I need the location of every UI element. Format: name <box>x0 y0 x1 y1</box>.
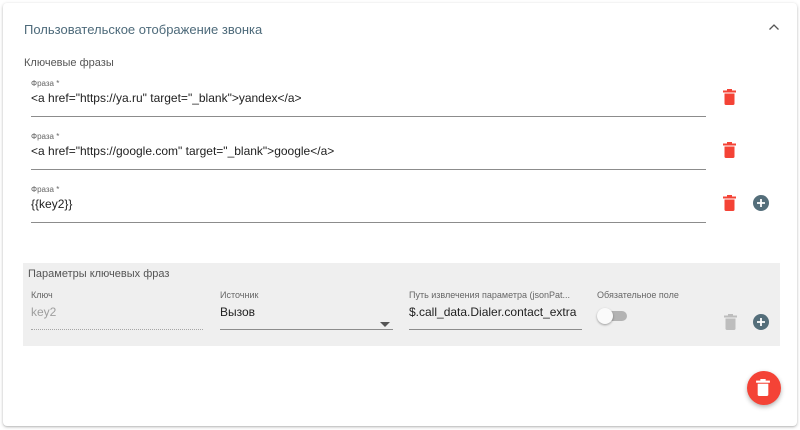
json-path-field[interactable]: Путь извлечения параметра (jsonPat... $.… <box>409 290 582 330</box>
phrase-label: Фраза * <box>31 132 60 141</box>
delete-all-button[interactable] <box>747 371 781 405</box>
delete-icon-disabled <box>724 314 737 335</box>
json-path-label: Путь извлечения параметра (jsonPat... <box>409 290 570 300</box>
add-circle-icon[interactable] <box>753 195 769 216</box>
source-value[interactable]: Вызов <box>220 305 255 319</box>
source-label: Источник <box>220 290 259 300</box>
key-field: Ключ key2 <box>31 290 203 330</box>
field-underline <box>31 116 706 117</box>
field-underline <box>31 222 706 223</box>
phrase-label: Фраза * <box>31 185 60 194</box>
delete-icon[interactable] <box>723 195 736 216</box>
key-phrase-params: Параметры ключевых фраз Ключ key2 Источн… <box>23 263 780 346</box>
toggle-thumb[interactable] <box>597 308 613 324</box>
field-underline <box>409 329 582 330</box>
phrase-value[interactable]: {{key2}} <box>31 197 72 211</box>
phrase-value[interactable]: <a href="https://ya.ru" target="_blank">… <box>31 91 302 105</box>
source-select[interactable]: Источник Вызов <box>220 290 393 330</box>
required-label: Обязательное поле <box>597 290 679 300</box>
phrase-field-3[interactable]: Фраза * {{key2}} <box>31 185 706 223</box>
delete-icon[interactable] <box>723 142 736 163</box>
key-phrases-label: Ключевые фразы <box>24 57 114 69</box>
phrase-field-2[interactable]: Фраза * <a href="https://google.com" tar… <box>31 132 706 170</box>
phrase-value[interactable]: <a href="https://google.com" target="_bl… <box>31 144 334 158</box>
phrase-field-1[interactable]: Фраза * <a href="https://ya.ru" target="… <box>31 79 706 117</box>
panel-title: Пользовательское отображение звонка <box>24 22 263 37</box>
field-underline <box>220 329 393 330</box>
chevron-up-icon[interactable] <box>766 19 782 35</box>
json-path-value[interactable]: $.call_data.Dialer.contact_extra <box>409 305 582 319</box>
call-display-panel: Пользовательское отображение звонка Ключ… <box>3 3 797 426</box>
field-underline <box>31 329 203 330</box>
params-title: Параметры ключевых фраз <box>28 268 170 280</box>
key-value: key2 <box>31 305 57 319</box>
field-underline <box>31 169 706 170</box>
add-circle-icon[interactable] <box>753 314 769 335</box>
phrase-label: Фраза * <box>31 79 60 88</box>
required-toggle[interactable] <box>597 308 629 324</box>
key-label: Ключ <box>31 290 53 300</box>
delete-icon[interactable] <box>723 89 736 110</box>
